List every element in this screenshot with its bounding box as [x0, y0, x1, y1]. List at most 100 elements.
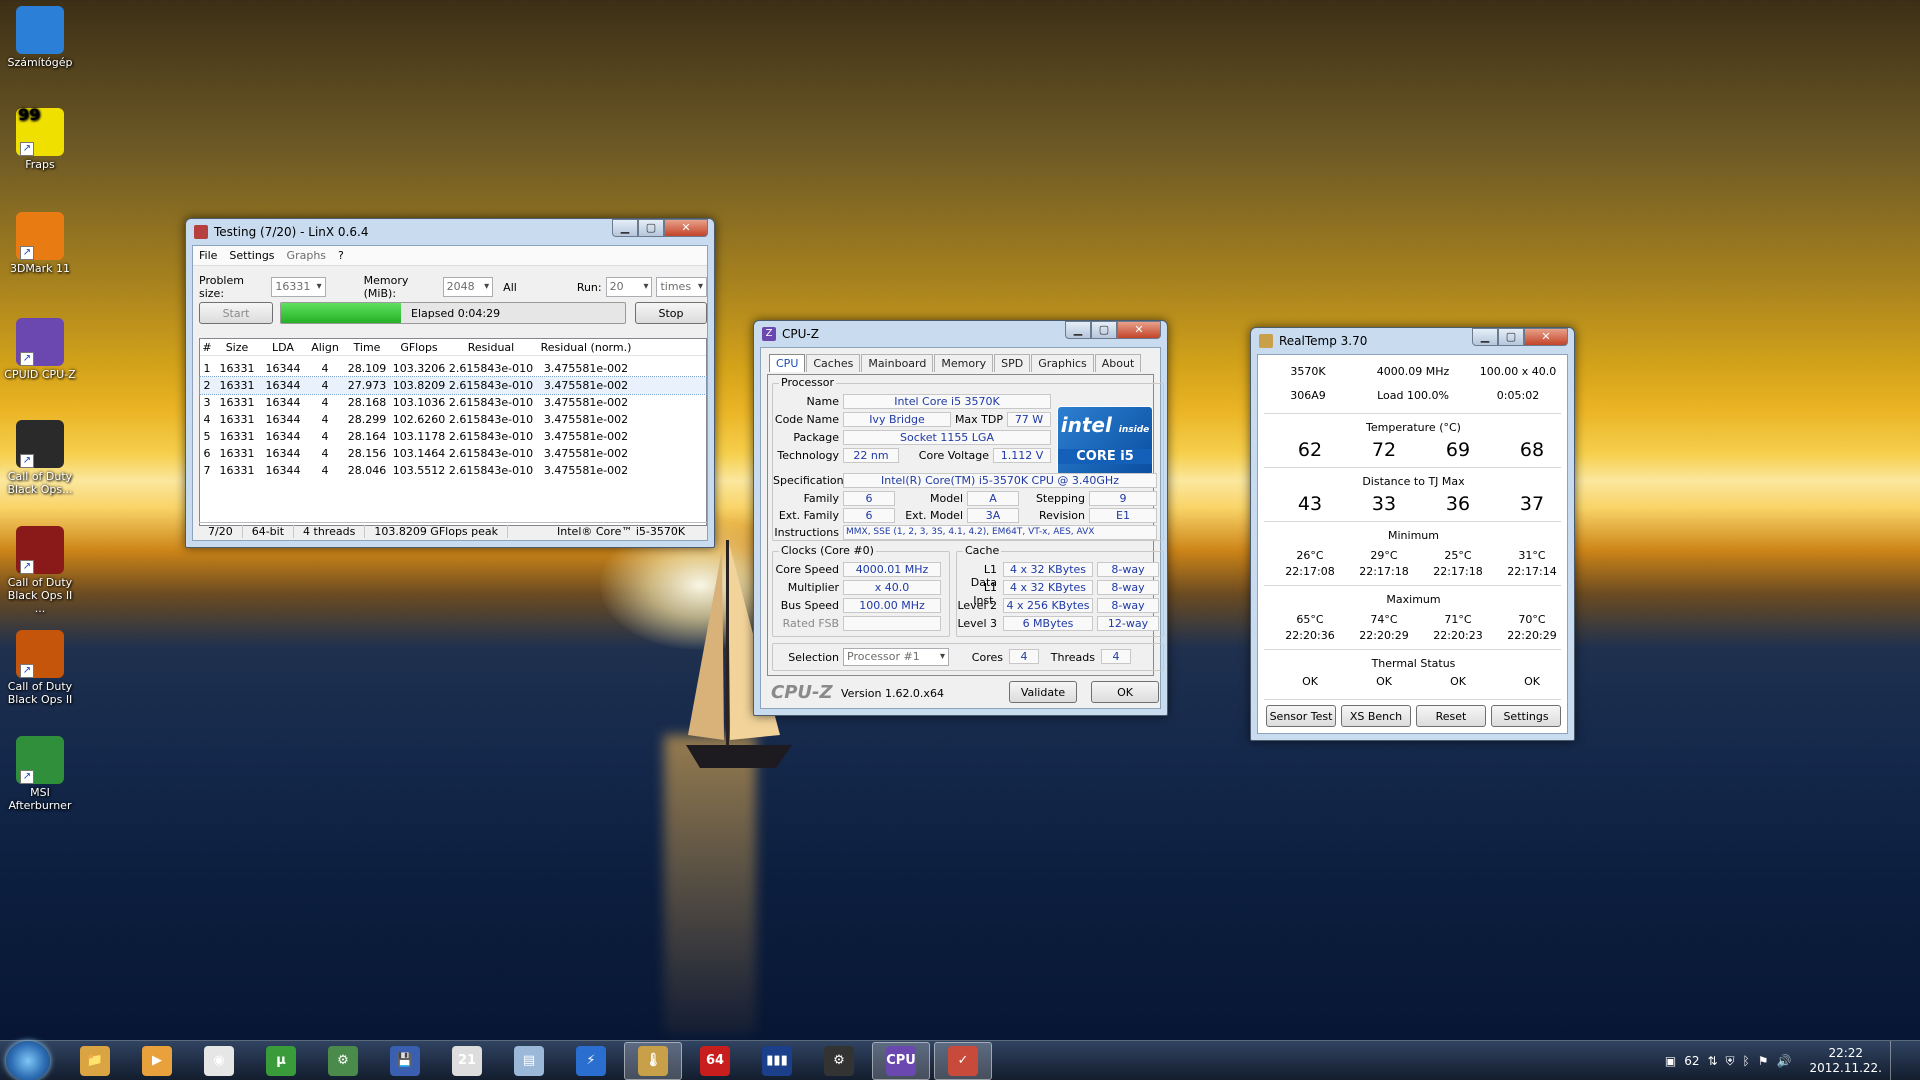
- tab-graphics[interactable]: Graphics: [1031, 354, 1094, 372]
- taskbar-button[interactable]: ⚙: [314, 1042, 372, 1080]
- menu-settings[interactable]: Settings: [229, 249, 274, 262]
- column-header[interactable]: Align: [306, 341, 344, 354]
- settings-button[interactable]: Settings: [1491, 705, 1561, 727]
- shortcut-arrow-icon: ↗: [20, 770, 34, 784]
- minimize-button[interactable]: ▁: [612, 219, 638, 237]
- column-header[interactable]: Time: [344, 341, 390, 354]
- tray-volume-icon[interactable]: 🔊: [1777, 1054, 1792, 1068]
- table-row[interactable]: 1 16331 16344 4 28.109 103.3206 2.615843e-010 3…: [200, 360, 706, 377]
- tray-monitor-icon[interactable]: ▣: [1665, 1054, 1676, 1068]
- desktop-icon[interactable]: 99 ↗ Fraps: [4, 107, 76, 171]
- max-temperature: 71°C: [1444, 613, 1472, 626]
- run-select[interactable]: 20: [605, 277, 653, 297]
- column-header[interactable]: Residual: [448, 341, 534, 354]
- close-button[interactable]: ✕: [664, 219, 708, 237]
- tab-caches[interactable]: Caches: [806, 354, 861, 372]
- clock[interactable]: 22:22 2012.11.22.: [1809, 1046, 1882, 1076]
- desktop-icon[interactable]: ↗ CPUID CPU-Z: [4, 318, 76, 381]
- reset-button[interactable]: Reset: [1416, 705, 1486, 727]
- tab-mainboard[interactable]: Mainboard: [861, 354, 934, 372]
- menu-help[interactable]: ?: [338, 249, 344, 262]
- table-cell: 16344: [265, 447, 301, 460]
- start-button[interactable]: Start: [199, 302, 273, 324]
- column-header[interactable]: #: [200, 341, 214, 354]
- taskbar-button[interactable]: ✓: [934, 1041, 992, 1080]
- column-header[interactable]: GFlops: [390, 341, 448, 354]
- menu-file[interactable]: File: [199, 249, 217, 262]
- maximize-button[interactable]: ▢: [1091, 321, 1117, 339]
- steam-icon: ⚙: [824, 1045, 854, 1076]
- table-cell: 4: [321, 396, 329, 409]
- show-desktop-button[interactable]: [1890, 1041, 1902, 1080]
- table-row[interactable]: 5 16331 16344 4 28.164 103.1178 2.615843e-010 3…: [200, 428, 706, 445]
- min-temperature: 25°C: [1444, 549, 1472, 562]
- table-row[interactable]: 3 16331 16344 4 28.168 103.1036 2.615843e-010 3…: [200, 394, 706, 411]
- desktop-icon[interactable]: ↗ 3DMark 11: [4, 212, 76, 275]
- taskbar-button[interactable]: ◉: [190, 1042, 248, 1080]
- taskbar-button[interactable]: 🌡: [624, 1041, 682, 1080]
- taskbar-button[interactable]: 📁: [66, 1042, 124, 1080]
- voltage-value: 1.112 V: [993, 448, 1051, 463]
- taskbar-button[interactable]: µ: [252, 1042, 310, 1080]
- tray-network-icon[interactable]: ⇅: [1707, 1054, 1717, 1068]
- taskbar-button[interactable]: CPU: [872, 1041, 930, 1080]
- tray-bluetooth-icon[interactable]: ᛒ: [1743, 1054, 1750, 1068]
- minimize-button[interactable]: ▁: [1065, 321, 1091, 339]
- memory-select[interactable]: 2048: [442, 277, 494, 297]
- maximize-button[interactable]: ▢: [638, 219, 664, 237]
- tab-about[interactable]: About: [1094, 354, 1142, 372]
- minimize-button[interactable]: ▁: [1472, 328, 1498, 346]
- taskbar-button[interactable]: ⚙: [810, 1042, 868, 1080]
- desktop-icon[interactable]: ↗ Call of Duty Black Ops II: [4, 630, 76, 706]
- taskbar-button[interactable]: ⚡: [562, 1042, 620, 1080]
- start-button[interactable]: [6, 1040, 50, 1080]
- column-header[interactable]: Size: [214, 341, 260, 354]
- tab-cpu[interactable]: CPU: [769, 354, 806, 372]
- tab-memory[interactable]: Memory: [934, 354, 994, 372]
- table-row[interactable]: 4 16331 16344 4 28.299 102.6260 2.615843e-010 3…: [200, 411, 706, 428]
- maximize-button[interactable]: ▢: [1498, 328, 1524, 346]
- ok-button[interactable]: OK: [1091, 681, 1159, 703]
- taskbar-button[interactable]: 💾: [376, 1042, 434, 1080]
- taskbar-button[interactable]: 21: [438, 1042, 496, 1080]
- shortcut-arrow-icon: ↗: [20, 352, 34, 366]
- table-row[interactable]: 2 16331 16344 4 27.973 103.8209 2.615843e-010 3…: [199, 376, 707, 395]
- sensor-test-button[interactable]: Sensor Test: [1266, 705, 1336, 727]
- table-cell: 3.475581e-002: [543, 464, 629, 477]
- taskbar-button[interactable]: ▶: [128, 1042, 186, 1080]
- desktop-icon[interactable]: ↗ Call of Duty Black Ops...: [4, 420, 76, 496]
- tray-shield-icon[interactable]: ⛨: [1726, 1054, 1735, 1069]
- results-table[interactable]: # Size LDA Align Time GFlops Residual Residual …: [199, 338, 707, 526]
- menu-graphs[interactable]: Graphs: [287, 249, 326, 262]
- taskbar-button[interactable]: 64: [686, 1042, 744, 1080]
- realtemp-icon: 🌡: [638, 1045, 668, 1076]
- validate-button[interactable]: Validate: [1009, 681, 1077, 703]
- processor-select[interactable]: Processor #1: [843, 648, 949, 666]
- xs-bench-button[interactable]: XS Bench: [1341, 705, 1411, 727]
- ratedfsb-label: Rated FSB: [782, 617, 839, 630]
- table-cell: 103.3206: [392, 362, 446, 375]
- cpuz-brand: CPU-Z: [771, 682, 833, 703]
- all-checkbox-label[interactable]: All: [503, 281, 517, 294]
- voltage-label: Core Voltage: [918, 449, 989, 462]
- close-button[interactable]: ✕: [1524, 328, 1568, 346]
- taskbar-button[interactable]: ▮▮▮: [748, 1042, 806, 1080]
- column-header[interactable]: LDA: [260, 341, 306, 354]
- tab-spd[interactable]: SPD: [994, 354, 1031, 372]
- table-row[interactable]: 7 16331 16344 4 28.046 103.5512 2.615843e-010 3…: [200, 462, 706, 479]
- column-header[interactable]: Residual (norm.): [534, 341, 638, 354]
- desktop-icon[interactable]: Számítógép: [4, 6, 76, 69]
- tray-flag-icon[interactable]: ⚑: [1758, 1054, 1769, 1068]
- tray-temp-value[interactable]: 62: [1684, 1054, 1699, 1068]
- realtemp-window: RealTemp 3.70 ▁ ▢ ✕ 3570K 4000.09 MHz 100.…: [1250, 327, 1575, 741]
- stop-button[interactable]: Stop: [635, 302, 707, 324]
- desktop-icon[interactable]: ↗ MSI Afterburner: [4, 736, 76, 812]
- table-row[interactable]: 6 16331 16344 4 28.156 103.1464 2.615843e-010 3…: [200, 445, 706, 462]
- divider: [1264, 699, 1561, 700]
- desktop-icon[interactable]: ↗ Call of Duty Black Ops II ...: [4, 526, 76, 615]
- times-select[interactable]: times: [656, 277, 708, 297]
- minimum-label: Minimum: [1388, 529, 1439, 542]
- problem-size-select[interactable]: 16331: [271, 277, 326, 297]
- close-button[interactable]: ✕: [1117, 321, 1161, 339]
- taskbar-button[interactable]: ▤: [500, 1042, 558, 1080]
